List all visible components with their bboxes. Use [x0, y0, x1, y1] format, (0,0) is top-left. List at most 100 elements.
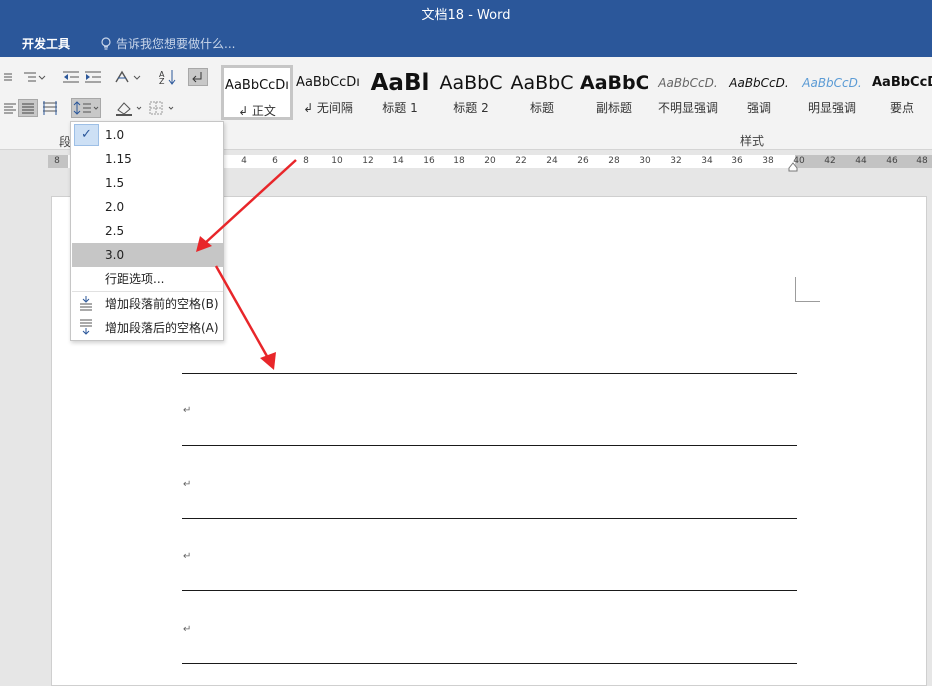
style-name: 标题 2 — [453, 101, 489, 115]
style-heading-1[interactable]: AaBl 标题 1 — [366, 65, 434, 120]
add-space-before-item[interactable]: 增加段落前的空格(B) — [72, 292, 223, 316]
ruler-tick: 34 — [701, 156, 713, 166]
borders-icon[interactable] — [148, 99, 178, 117]
styles-group-label: 样式 — [740, 134, 765, 148]
right-indent-marker-icon[interactable] — [788, 162, 798, 172]
ruler-tick: 20 — [484, 156, 496, 166]
line-spacing-option-2-0[interactable]: 2.0 — [72, 195, 223, 219]
style-name: 不明显强调 — [657, 101, 718, 115]
style-preview: AaBbC — [439, 72, 503, 94]
shading-icon[interactable] — [113, 99, 145, 117]
line-spacing-option-1-15[interactable]: 1.15 — [72, 147, 223, 171]
paragraph-border-line — [182, 663, 797, 664]
ruler-tick: 16 — [423, 156, 435, 166]
tell-me-placeholder: 告诉我您想要做什么... — [116, 37, 236, 51]
menu-item-label: 增加段落前的空格(B) — [105, 297, 219, 311]
style-subtitle[interactable]: AaBbC 副标题 — [580, 65, 648, 120]
ruler-tick: 8 — [54, 156, 60, 166]
line-spacing-option-1-5[interactable]: 1.5 — [72, 171, 223, 195]
style-emphasis[interactable]: AaBbCcD. 强调 — [725, 65, 793, 120]
ruler-tick: 12 — [362, 156, 374, 166]
line-spacing-option-1-0[interactable]: ✓ 1.0 — [72, 123, 223, 147]
distributed-icon[interactable] — [40, 99, 60, 117]
line-spacing-option-3-0[interactable]: 3.0 — [72, 243, 223, 267]
paragraph-border-line — [182, 518, 797, 519]
ribbon-tab-bar: 开发工具 告诉我您想要做什么... — [0, 31, 932, 57]
style-name: 副标题 — [595, 101, 632, 115]
style-preview: AaBbCcD. — [658, 76, 718, 90]
sort-icon[interactable]: AZ — [158, 68, 178, 86]
style-heading-2[interactable]: AaBbC 标题 2 — [438, 65, 504, 120]
line-spacing-options-item[interactable]: 行距选项... — [72, 267, 223, 291]
increase-indent-icon[interactable] — [83, 68, 103, 86]
style-intense-emphasis[interactable]: AaBbCcD. 明显强调 — [797, 65, 867, 120]
style-gallery: AaBbCcDı ↲ 正文 AaBbCcDı ↲ 无间隔 AaBl 标题 1 A… — [218, 65, 932, 120]
chinese-layout-icon[interactable] — [113, 68, 143, 86]
ruler-tick: 44 — [855, 156, 867, 166]
add-space-after-item[interactable]: 增加段落后的空格(A) — [72, 316, 223, 340]
multilevel-list-icon[interactable] — [20, 68, 48, 86]
window-title: 文档18 - Word — [421, 8, 511, 23]
style-preview: AaBbCcDı — [296, 75, 360, 90]
ruler-tick: 24 — [546, 156, 558, 166]
menu-item-label: 2.0 — [105, 200, 125, 214]
paragraph-mark: ↵ — [183, 624, 192, 635]
svg-text:Z: Z — [159, 77, 165, 85]
menu-item-label: 行距选项... — [105, 272, 165, 286]
style-preview: AaBbC — [580, 72, 648, 94]
ruler-tick: 30 — [639, 156, 651, 166]
ruler-tick: 14 — [392, 156, 404, 166]
space-after-icon — [80, 319, 92, 335]
menu-item-label: 增加段落后的空格(A) — [105, 321, 219, 335]
tab-developer[interactable]: 开发工具 — [22, 35, 70, 52]
style-no-spacing[interactable]: AaBbCcDı ↲ 无间隔 — [294, 65, 362, 120]
line-spacing-option-2-5[interactable]: 2.5 — [72, 219, 223, 243]
ruler-tick: 32 — [670, 156, 682, 166]
style-name: 明显强调 — [807, 101, 856, 115]
ruler-tick: 26 — [577, 156, 589, 166]
ruler-tick: 42 — [824, 156, 836, 166]
ruler-tick: 36 — [731, 156, 743, 166]
margin-corner-mark — [795, 277, 796, 301]
style-name: 标题 — [529, 101, 554, 115]
style-name: 强调 — [746, 101, 771, 115]
paragraph-border-line — [182, 445, 797, 446]
style-strong[interactable]: AaBbCcD 要点 — [872, 65, 932, 120]
paragraph-border-line — [182, 373, 797, 374]
space-before-icon — [80, 296, 92, 311]
style-normal[interactable]: AaBbCcDı ↲ 正文 — [221, 65, 293, 120]
style-subtle-emphasis[interactable]: AaBbCcD. 不明显强调 — [653, 65, 723, 120]
ruler-tick: 48 — [916, 156, 928, 166]
show-paragraph-marks-icon[interactable] — [188, 68, 208, 86]
margin-corner-mark — [795, 301, 820, 302]
ruler-tick: 38 — [762, 156, 774, 166]
paragraph-mark: ↵ — [183, 405, 192, 416]
style-preview: AaBbCcD — [872, 75, 932, 90]
ruler-tick: 28 — [608, 156, 620, 166]
justify-icon[interactable] — [18, 99, 38, 117]
paragraph-mark: ↵ — [183, 551, 192, 562]
bullets-icon[interactable] — [0, 68, 20, 86]
ruler-tick: 8 — [303, 156, 309, 166]
ruler-tick: 6 — [272, 156, 278, 166]
ruler-tick: 22 — [515, 156, 527, 166]
align-left-icon[interactable] — [0, 99, 20, 117]
style-preview: AaBbC — [510, 72, 574, 94]
style-preview: AaBbCcD. — [802, 76, 862, 90]
line-spacing-button[interactable] — [71, 98, 101, 118]
menu-item-label: 2.5 — [105, 224, 125, 238]
line-spacing-menu: ✓ 1.0 1.15 1.5 2.0 2.5 3.0 行距选项... 增加段落前… — [70, 121, 224, 341]
decrease-indent-icon[interactable] — [61, 68, 81, 86]
ruler-tick: 4 — [241, 156, 247, 166]
style-title[interactable]: AaBbC 标题 — [509, 65, 575, 120]
paragraph-border-line — [182, 590, 797, 591]
ruler-tick: 10 — [331, 156, 343, 166]
lightbulb-icon — [101, 36, 111, 50]
style-preview: AaBbCcDı — [225, 78, 289, 93]
style-name: ↲ 正文 — [238, 104, 276, 118]
menu-item-label: 1.5 — [105, 176, 125, 190]
style-name: ↲ 无间隔 — [303, 101, 353, 115]
title-bar: 文档18 - Word — [0, 0, 932, 31]
tell-me-search[interactable]: 告诉我您想要做什么... — [100, 35, 235, 52]
ruler-tick: 18 — [453, 156, 465, 166]
